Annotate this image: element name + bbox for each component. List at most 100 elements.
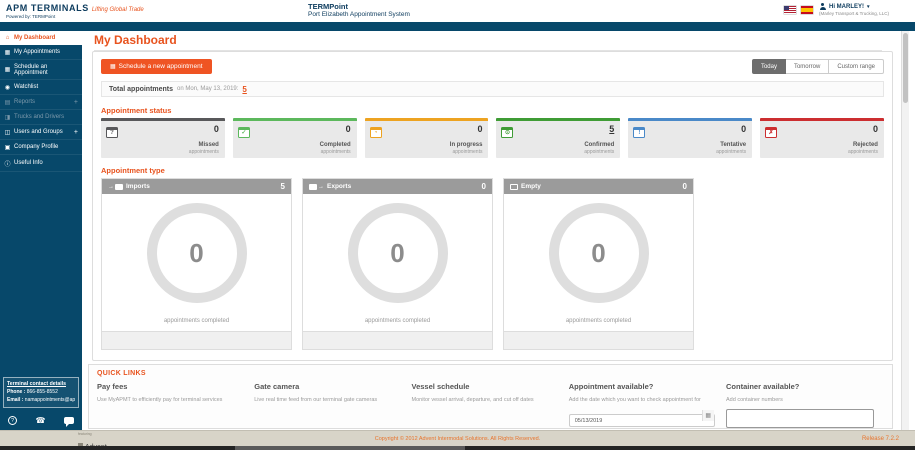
type-panel-footer (102, 331, 291, 349)
sidebar-item-label: Watchlist (14, 84, 39, 90)
language-switcher (784, 6, 813, 14)
sidebar-item-trucks-and-drivers[interactable]: ◨ Trucks and Drivers (0, 110, 82, 125)
user-icon (819, 3, 826, 10)
apm-terminals-logo[interactable]: APM TERMINALS Lifting Global Trade Power… (6, 3, 144, 19)
sidebar-item-label: My Dashboard (14, 34, 56, 41)
appointment-type-title: Appointment type (101, 166, 165, 175)
status-count: 0 (477, 124, 483, 134)
sidebar-item-my-appointments[interactable]: ▦ My Appointments (0, 45, 82, 60)
sidebar-item-label: Company Profile (14, 144, 59, 150)
quick-link-vessel-schedule: Vessel schedule Monitor vessel arrival, … (412, 382, 569, 428)
today-button[interactable]: Today (751, 59, 786, 74)
status-sublabel: appointments (452, 148, 483, 155)
appointment-date-input[interactable] (568, 414, 715, 428)
quick-link-container-available: Container available? Add container numbe… (726, 382, 884, 428)
vessel-schedule-description: Monitor vessel arrival, departure, and c… (411, 397, 534, 403)
pay-fees-description: Use MyAPMT to efficiently pay for termin… (97, 397, 223, 403)
expand-plus-icon[interactable]: + (74, 129, 78, 136)
info-icon: ⓘ (4, 161, 11, 168)
status-sublabel: appointments (584, 148, 615, 155)
sidebar-item-schedule-appointment[interactable]: ▦ Schedule an Appointment (0, 60, 82, 80)
sidebar-item-label: Users and Groups (14, 129, 63, 135)
briefcase-icon: ▣ (4, 144, 11, 151)
vertical-scrollbar-thumb[interactable] (903, 33, 908, 103)
container-box (309, 183, 317, 190)
container-available-link[interactable]: Container available? (726, 382, 874, 391)
calendar-confirmed-icon: ⊙ (501, 127, 514, 138)
quick-link-pay-fees: Pay fees Use MyAPMT to efficiently pay f… (97, 382, 254, 428)
us-flag-icon[interactable] (784, 6, 796, 14)
calendar-check-icon: ✓ (237, 127, 250, 138)
exports-donut-chart: 0 (347, 203, 448, 303)
schedule-new-appointment-button[interactable]: ▦ Schedule a new appointment (101, 59, 212, 74)
calendar-progress-icon: ◔ (369, 127, 382, 138)
user-menu[interactable]: Hi MARLEY! ▾ (Marley Transport & Truckin… (819, 3, 911, 16)
sidebar-item-users-and-groups[interactable]: ◫ Users and Groups + (0, 125, 82, 140)
custom-range-button[interactable]: Custom range (829, 59, 884, 74)
total-appointments-bar: Total appointments on Mon, May 13, 2019:… (101, 81, 884, 97)
type-panel-count: 0 (682, 182, 687, 191)
phone-label: Phone : (7, 389, 26, 395)
status-label: Missed (198, 142, 219, 148)
type-panel-imports: → Imports 5 0 appointments completed (101, 178, 292, 350)
vessel-schedule-link[interactable]: Vessel schedule (412, 382, 559, 391)
copyright-text: Copyright © 2012 Advent Intermodal Solut… (374, 436, 541, 442)
sidebar-item-label: Trucks and Drivers (14, 114, 65, 120)
tomorrow-button[interactable]: Tomorrow (785, 59, 830, 74)
pay-fees-link[interactable]: Pay fees (97, 382, 244, 391)
type-panel-footer (504, 331, 693, 349)
sidebar-footer-icons: ? ☎ (8, 414, 74, 427)
quick-links-row: Pay fees Use MyAPMT to efficiently pay f… (97, 382, 884, 428)
arrow-icon: → (108, 183, 114, 190)
sidebar-item-useful-info[interactable]: ⓘ Useful Info (0, 155, 82, 172)
sidebar-item-watchlist[interactable]: ◉ Watchlist (0, 80, 82, 95)
type-panel-count: 0 (481, 182, 486, 191)
imports-donut-chart: 0 (146, 203, 247, 303)
total-appointments-count-link[interactable]: 5 (242, 85, 246, 94)
help-icon[interactable]: ? (8, 415, 17, 425)
gate-camera-description: Live real time feed from our terminal ga… (254, 397, 378, 403)
date-picker-calendar-icon[interactable]: ▦ (701, 409, 714, 421)
spain-flag-icon[interactable] (801, 6, 813, 14)
sidebar-item-company-profile[interactable]: ▣ Company Profile (0, 140, 82, 155)
contact-phone: Phone : 866-855-8552 (7, 389, 75, 395)
type-panel-header: Empty 0 (504, 179, 693, 194)
chat-icon[interactable] (64, 416, 74, 427)
phone-icon[interactable]: ☎ (36, 416, 46, 425)
donut-caption: appointments completed (364, 318, 431, 324)
status-card-row: ? 0 Missed appointments ✓ 0 Completed ap… (101, 118, 884, 158)
horizontal-scrollbar[interactable] (0, 446, 915, 450)
expand-plus-icon[interactable]: + (74, 99, 78, 106)
horizontal-scrollbar-thumb[interactable] (235, 446, 465, 450)
vertical-scrollbar[interactable] (901, 31, 909, 430)
email-address[interactable]: namappointments@apmt... (25, 397, 75, 403)
sidebar-item-reports[interactable]: ▤ Reports + (0, 95, 82, 110)
donut-value: 0 (189, 237, 204, 268)
quick-link-appointment-available: Appointment available? Add the date whic… (568, 382, 726, 428)
status-sublabel: appointments (320, 148, 351, 155)
calendar-x-icon: ✗ (765, 127, 778, 138)
main-content: My Dashboard ▦ Schedule a new appointmen… (82, 31, 901, 430)
logo-text: APM TERMINALS (6, 3, 89, 13)
appointment-available-link[interactable]: Appointment available? (569, 382, 716, 391)
status-label: Rejected (852, 142, 878, 148)
logo-tagline: Lifting Global Trade (91, 7, 144, 13)
eye-icon: ◉ (4, 84, 11, 91)
status-card-confirmed: ⊙ 5 Confirmed appointments (496, 118, 621, 158)
donut-caption: appointments completed (163, 318, 230, 324)
container-numbers-input[interactable] (726, 408, 874, 428)
status-sublabel: appointments (847, 148, 878, 155)
gate-camera-link[interactable]: Gate camera (254, 382, 401, 391)
status-label: Confirmed (584, 142, 615, 148)
status-count: 0 (872, 124, 878, 134)
calendar-plus-icon: ▦ (4, 67, 11, 73)
terminal-contact-link[interactable]: Terminal contact details (7, 381, 75, 387)
truck-icon: ◨ (4, 114, 11, 121)
calendar-icon: ▦ (4, 49, 11, 56)
sidebar: ⌂ My Dashboard ▦ My Appointments ▦ Sched… (0, 31, 82, 430)
sidebar-item-my-dashboard[interactable]: ⌂ My Dashboard (0, 31, 82, 45)
status-count-link[interactable]: 5 (609, 124, 614, 134)
date-range-button-group: Today Tomorrow Custom range (751, 59, 884, 74)
status-count: 0 (741, 124, 747, 134)
appointment-status-title: Appointment status (101, 106, 172, 115)
